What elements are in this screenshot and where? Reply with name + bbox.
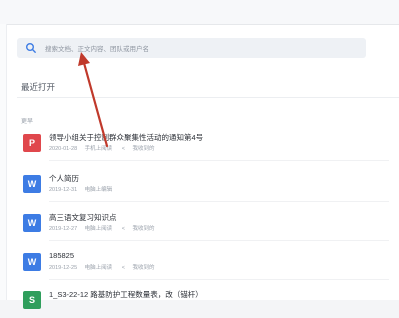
search-box[interactable] xyxy=(17,38,366,60)
share-icon: < xyxy=(121,226,125,232)
word-icon: W xyxy=(23,175,41,193)
search-input[interactable] xyxy=(43,38,365,60)
file-name: 185825 xyxy=(49,251,75,260)
sidebar-edge xyxy=(0,24,7,300)
sheet-icon: S xyxy=(23,291,41,309)
divider xyxy=(17,97,399,98)
file-name: 领导小组关于控制群众聚集性活动的通知第4号 xyxy=(49,133,204,142)
pdf-icon: P xyxy=(23,134,41,152)
file-source: 电脑上阅读 xyxy=(84,226,113,232)
file-meta: 2019-12-31 电脑上编辑 xyxy=(49,185,118,193)
row-divider xyxy=(49,240,389,241)
section-title-recent: 最近打开 xyxy=(21,82,56,92)
file-meta: 2019-12-27 电脑上阅读 < 我收到的 xyxy=(49,224,160,232)
file-shared-label: 我收到的 xyxy=(132,265,155,271)
search-icon xyxy=(26,43,36,53)
file-name: 个人简历 xyxy=(49,174,79,183)
share-icon: < xyxy=(121,146,125,152)
file-source: 电脑上编辑 xyxy=(84,187,113,193)
top-bar xyxy=(0,0,399,25)
file-name: 高三语文复习知识点 xyxy=(49,213,117,222)
word-icon: W xyxy=(23,214,41,232)
file-source: 手机上阅读 xyxy=(84,146,113,152)
main-panel: 最近打开 更早 P 领导小组关于控制群众聚集性活动的通知第4号 2020-01-… xyxy=(7,25,399,309)
file-name: 1_S3-22-12 路基防护工程数量表，改（锚杆） xyxy=(49,290,203,299)
file-date: 2020-01-28 xyxy=(49,146,78,152)
file-item[interactable]: S 1_S3-22-12 路基防护工程数量表，改（锚杆） xyxy=(17,288,399,318)
file-date: 2019-12-31 xyxy=(49,187,78,193)
file-item[interactable]: W 个人简历 2019-12-31 电脑上编辑 xyxy=(17,172,399,202)
file-shared-label: 我收到的 xyxy=(132,146,155,152)
file-meta: 2020-01-28 手机上阅读 < 我收到的 xyxy=(49,144,160,152)
file-meta: 2019-12-25 电脑上阅读 < 我收到的 xyxy=(49,263,160,271)
word-icon: W xyxy=(23,253,41,271)
file-item[interactable]: W 185825 2019-12-25 电脑上阅读 < 我收到的 xyxy=(17,250,399,280)
file-date: 2019-12-27 xyxy=(49,226,78,232)
row-divider xyxy=(49,160,389,161)
file-shared-label: 我收到的 xyxy=(132,226,155,232)
file-date: 2019-12-25 xyxy=(49,265,78,271)
file-item[interactable]: W 高三语文复习知识点 2019-12-27 电脑上阅读 < 我收到的 xyxy=(17,211,399,241)
file-source: 电脑上阅读 xyxy=(84,265,113,271)
share-icon: < xyxy=(121,265,125,271)
file-item[interactable]: P 领导小组关于控制群众聚集性活动的通知第4号 2020-01-28 手机上阅读… xyxy=(17,131,399,161)
row-divider xyxy=(49,279,389,280)
row-divider xyxy=(49,201,389,202)
group-label-earlier: 更早 xyxy=(21,119,34,125)
